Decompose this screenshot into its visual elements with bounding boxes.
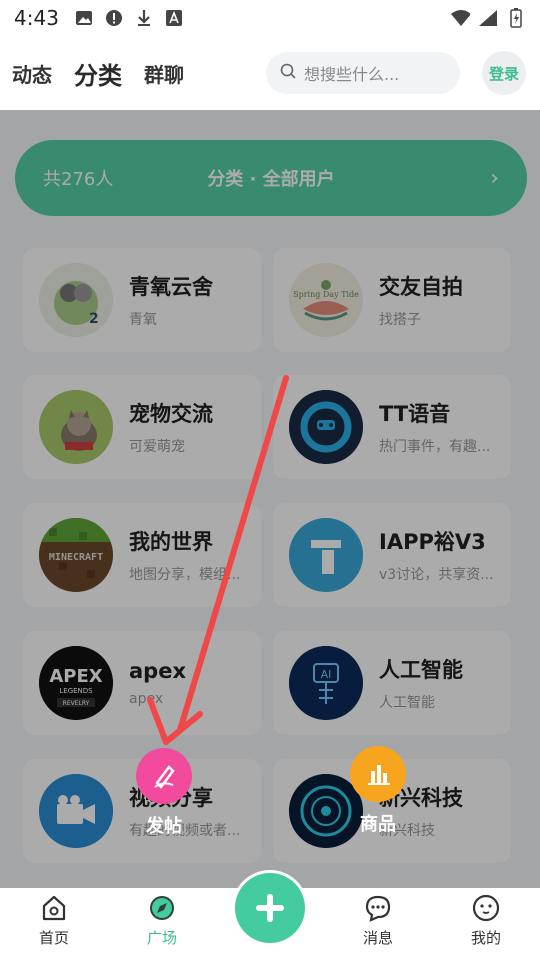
face-icon	[472, 894, 500, 922]
nav-label: 我的	[470, 929, 501, 947]
nav-label: 消息	[362, 929, 393, 947]
home-icon	[42, 895, 66, 921]
nav-home[interactable]: 首页	[0, 888, 108, 960]
nav-messages[interactable]: 消息	[324, 888, 432, 960]
nav-label: 广场	[146, 929, 177, 947]
chat-icon	[365, 895, 391, 922]
compass-icon	[150, 896, 174, 920]
annotation-arrow	[147, 375, 289, 745]
plus-icon	[256, 894, 284, 922]
create-button[interactable]	[232, 870, 308, 946]
nav-label: 首页	[38, 929, 69, 947]
nav-mine[interactable]: 我的	[432, 888, 540, 960]
nav-square[interactable]: 广场	[108, 888, 216, 960]
